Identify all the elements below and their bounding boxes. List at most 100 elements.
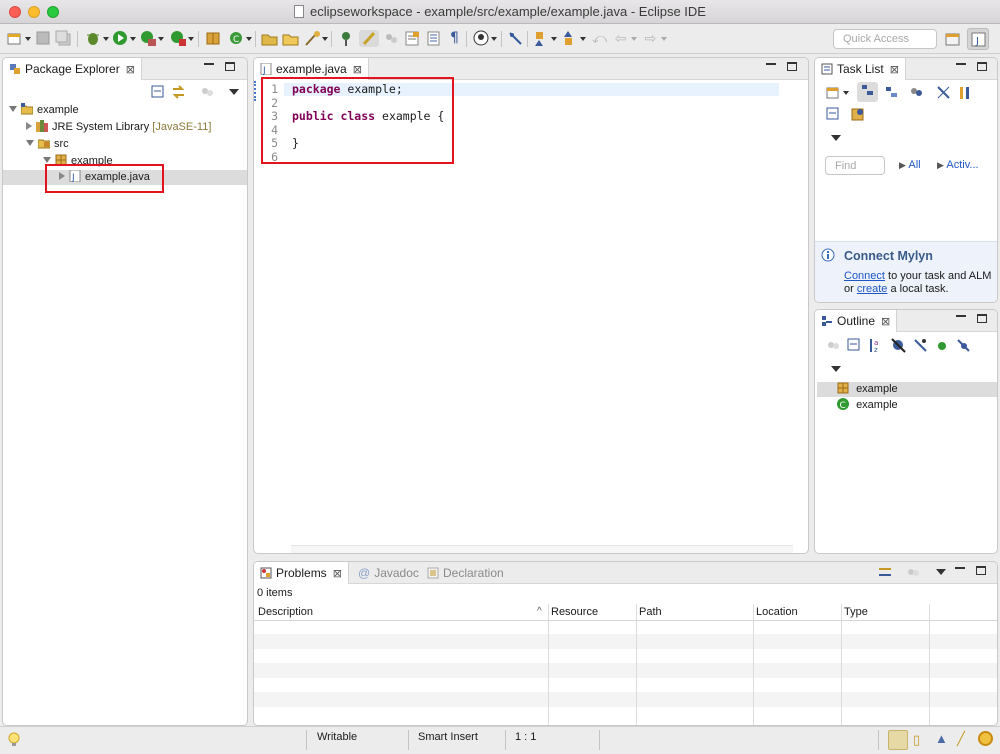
- scheduled-icon[interactable]: [883, 84, 900, 101]
- hide-fields-icon[interactable]: [890, 337, 907, 354]
- minimize-icon[interactable]: [766, 63, 776, 65]
- minimize-icon[interactable]: [956, 315, 966, 317]
- expanded-twisty-icon[interactable]: [9, 106, 17, 112]
- maximize-icon[interactable]: [976, 566, 986, 575]
- tab-problems[interactable]: Problems ⊠: [254, 562, 349, 584]
- minimize-icon[interactable]: [204, 63, 214, 65]
- maximize-icon[interactable]: [977, 62, 987, 71]
- tab-package-explorer[interactable]: Package Explorer ⊠: [3, 58, 142, 80]
- expanded-twisty-icon[interactable]: [43, 157, 51, 163]
- sort-icon[interactable]: az: [867, 337, 884, 354]
- collapsed-twisty-icon[interactable]: [26, 122, 32, 130]
- debug-icon[interactable]: [85, 30, 102, 47]
- forward-icon[interactable]: ⇨: [642, 30, 659, 47]
- toggle-mark-occurrences-icon[interactable]: [359, 30, 379, 47]
- profile-dropdown-arrow[interactable]: [491, 37, 497, 41]
- filter-active-link[interactable]: ▶ Activ...: [937, 159, 979, 171]
- show-whitespace-icon[interactable]: [404, 30, 421, 47]
- create-link[interactable]: create: [857, 283, 888, 295]
- new-task-dropdown[interactable]: [843, 91, 849, 95]
- new-task-icon[interactable]: [825, 84, 842, 101]
- previous-annotation-icon[interactable]: [562, 30, 579, 47]
- back-dropdown-arrow[interactable]: [631, 37, 637, 41]
- toggle-block-selection-icon[interactable]: [383, 30, 400, 47]
- col-description[interactable]: Description: [258, 606, 313, 618]
- run-icon[interactable]: [112, 30, 129, 47]
- forward-dropdown-arrow[interactable]: [661, 37, 667, 41]
- tab-javadoc[interactable]: @ Javadoc: [352, 562, 425, 584]
- collapse-all-icon[interactable]: [150, 84, 167, 101]
- outline-item-class[interactable]: C example: [837, 397, 898, 414]
- close-tab-icon[interactable]: ⊠: [353, 64, 362, 76]
- coverage-dropdown-arrow[interactable]: [158, 37, 164, 41]
- focus-on-active-task-icon[interactable]: [877, 564, 894, 581]
- close-tab-icon[interactable]: ⊠: [333, 568, 342, 580]
- wand-icon[interactable]: ╱: [957, 731, 965, 747]
- open-book-icon[interactable]: ▯: [913, 732, 920, 748]
- col-path[interactable]: Path: [639, 606, 662, 618]
- lightbulb-icon[interactable]: [8, 732, 20, 751]
- connect-link[interactable]: Connect: [844, 270, 885, 282]
- filter-all-link[interactable]: ▶ All: [899, 159, 921, 171]
- collapse-all-icon[interactable]: [846, 337, 863, 354]
- new-java-package-icon[interactable]: [205, 30, 222, 47]
- search-dropdown-arrow[interactable]: [322, 37, 328, 41]
- open-folder-icon[interactable]: [282, 30, 299, 47]
- close-tab-icon[interactable]: ⊠: [890, 64, 899, 76]
- hide-non-public-icon[interactable]: [934, 337, 951, 354]
- find-task-input[interactable]: Find: [825, 156, 885, 175]
- collapse-all-icon[interactable]: [825, 106, 842, 123]
- save-icon[interactable]: [35, 30, 52, 47]
- synchronize-icon[interactable]: [908, 84, 925, 101]
- filters-icon[interactable]: [905, 564, 922, 581]
- next-annotation-icon[interactable]: [533, 30, 550, 47]
- quick-access-input[interactable]: Quick Access: [833, 29, 937, 49]
- col-resource[interactable]: Resource: [551, 606, 598, 618]
- close-tab-icon[interactable]: ⊠: [881, 316, 890, 328]
- hide-completed-icon[interactable]: [935, 84, 952, 101]
- mylyn-task-icon[interactable]: [888, 730, 908, 750]
- paragraph-icon[interactable]: ¶: [446, 30, 463, 47]
- open-type-icon[interactable]: [261, 30, 278, 47]
- next-annotation-dropdown[interactable]: [551, 37, 557, 41]
- back-icon[interactable]: ⇦: [612, 30, 629, 47]
- expanded-twisty-icon[interactable]: [26, 140, 34, 146]
- pin-icon[interactable]: [507, 30, 524, 47]
- external-tools-icon[interactable]: [170, 30, 187, 47]
- col-type[interactable]: Type: [844, 606, 868, 618]
- view-menu-icon[interactable]: [831, 135, 841, 141]
- view-menu-icon[interactable]: [229, 89, 239, 95]
- outline-item-package[interactable]: example: [837, 381, 898, 398]
- open-perspective-icon[interactable]: [942, 28, 964, 50]
- profile-icon[interactable]: [473, 30, 490, 47]
- focus-on-workweek-icon[interactable]: [957, 84, 974, 101]
- new-icon[interactable]: [6, 30, 23, 47]
- last-edit-icon[interactable]: ⤺: [591, 30, 608, 47]
- external-tools-dropdown-arrow[interactable]: [188, 37, 194, 41]
- close-tab-icon[interactable]: ⊠: [126, 64, 135, 76]
- eclipse-marketplace-icon[interactable]: [978, 731, 993, 746]
- categorized-icon[interactable]: [857, 82, 878, 102]
- tree-item-src[interactable]: src: [26, 136, 69, 153]
- focus-icon[interactable]: [825, 337, 842, 354]
- save-all-icon[interactable]: [55, 30, 72, 47]
- tree-item-project[interactable]: example: [9, 102, 79, 119]
- horizontal-scrollbar[interactable]: [291, 545, 793, 553]
- debug-dropdown-arrow[interactable]: [103, 37, 109, 41]
- tab-outline[interactable]: Outline ⊠: [815, 310, 898, 332]
- graduation-cap-icon[interactable]: ▲: [935, 731, 948, 746]
- col-location[interactable]: Location: [756, 606, 798, 618]
- link-with-editor-icon[interactable]: [170, 84, 187, 101]
- maximize-icon[interactable]: [225, 62, 235, 71]
- task-repositories-icon[interactable]: [850, 106, 867, 123]
- tab-task-list[interactable]: Task List ⊠: [815, 58, 906, 80]
- search-tool-icon[interactable]: [304, 30, 321, 47]
- run-dropdown-arrow[interactable]: [130, 37, 136, 41]
- maximize-icon[interactable]: [977, 314, 987, 323]
- filters-icon[interactable]: [199, 84, 216, 101]
- maximize-icon[interactable]: [787, 62, 797, 71]
- java-perspective-icon[interactable]: J: [967, 28, 989, 50]
- annotation-icon[interactable]: [338, 30, 355, 47]
- minimize-icon[interactable]: [956, 63, 966, 65]
- hide-static-icon[interactable]: [912, 337, 929, 354]
